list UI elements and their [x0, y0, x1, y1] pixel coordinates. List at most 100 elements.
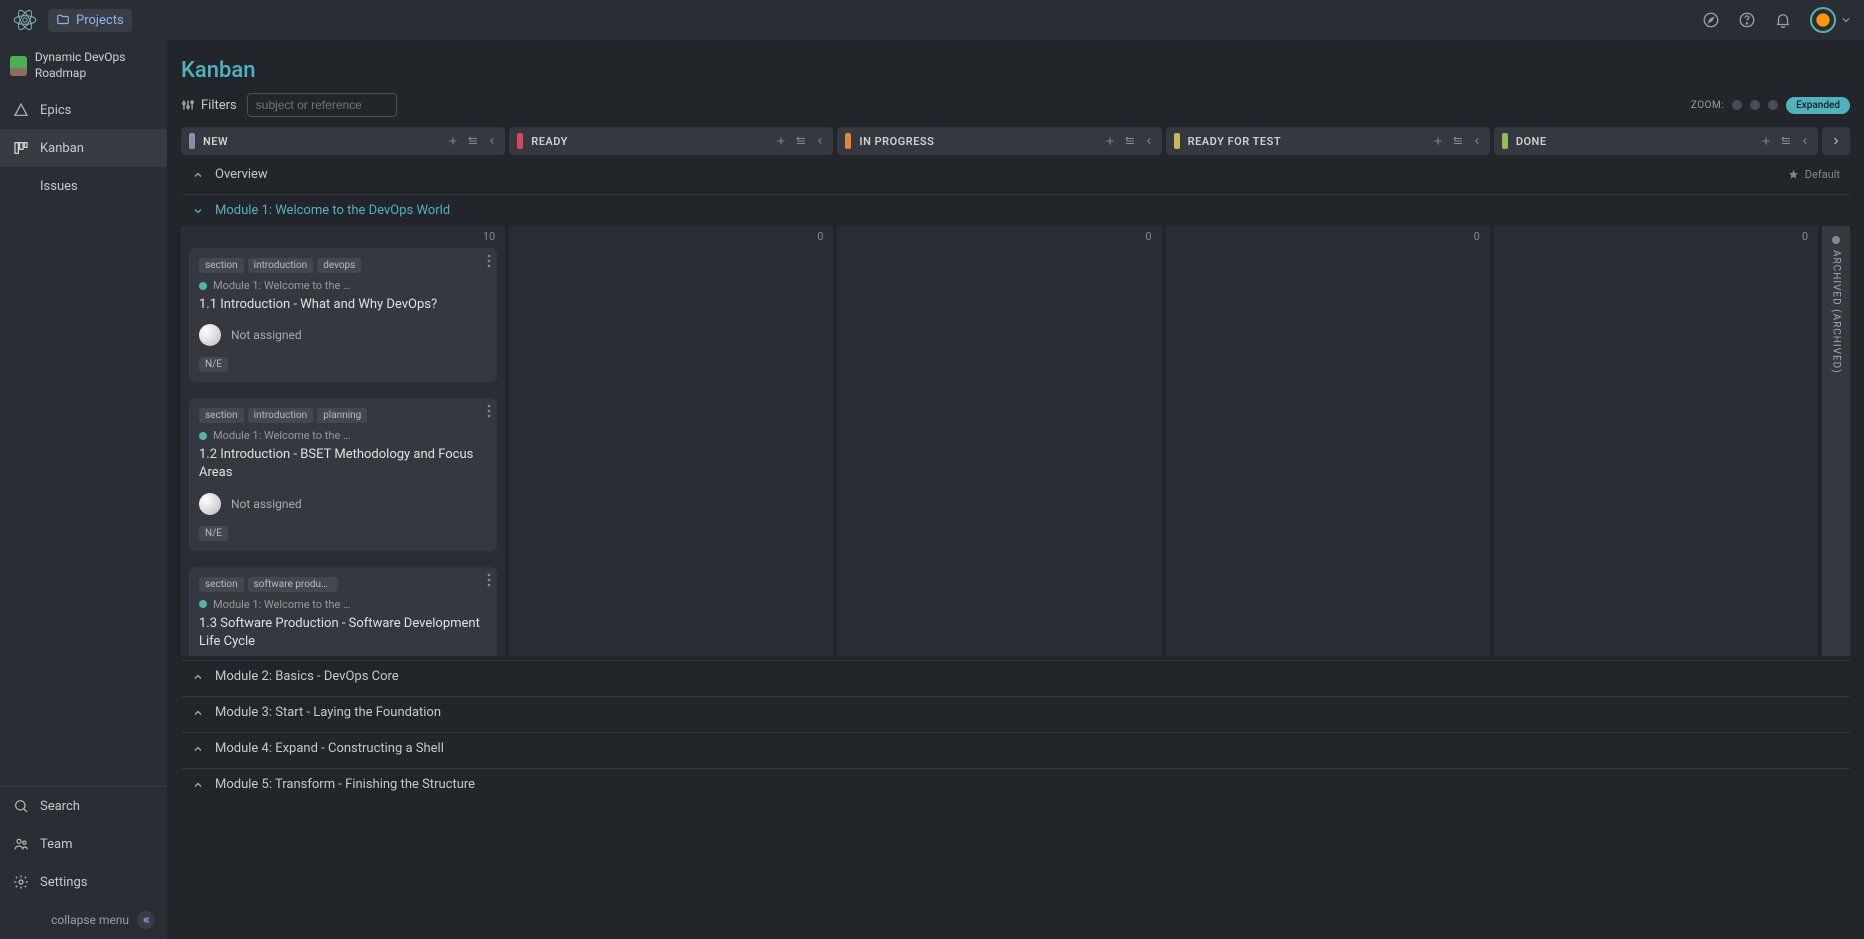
add-card-button[interactable] [1760, 135, 1772, 147]
zoom-expanded-pill[interactable]: Expanded [1786, 97, 1850, 114]
sidebar-item-settings[interactable]: Settings [0, 863, 167, 901]
project-name: Dynamic DevOps Roadmap [35, 50, 157, 81]
bell-icon[interactable] [1774, 11, 1792, 29]
kanban-icon [12, 139, 30, 157]
page-title: Kanban [181, 58, 255, 83]
card-title: 1.3 Software Production - Software Devel… [199, 615, 487, 651]
sidebar-item-epics[interactable]: Epics [0, 91, 167, 129]
kanban-card[interactable]: sectionintroductionplanning Module 1: We… [189, 398, 497, 550]
chevron-up-icon [191, 671, 205, 683]
card-menu-button[interactable] [487, 404, 491, 418]
swimlane-header[interactable]: Module 4: Expand - Constructing a Shell [181, 732, 1850, 764]
zoom-level-2[interactable] [1750, 100, 1760, 110]
sidebar-label: Search [40, 799, 80, 814]
add-card-button[interactable] [1432, 135, 1444, 147]
swimlane-header[interactable]: Module 1: Welcome to the DevOps World [181, 194, 1850, 226]
swimlane-title: Overview [215, 167, 268, 182]
tag[interactable]: section [199, 408, 244, 423]
collapse-column-button[interactable] [1144, 136, 1154, 146]
tag[interactable]: introduction [248, 258, 314, 273]
collapse-column-button[interactable] [815, 136, 825, 146]
column-settings-icon[interactable] [1124, 135, 1136, 147]
column-settings-icon[interactable] [1780, 135, 1792, 147]
archived-column[interactable]: ARCHIVED (ARCHIVED) [1822, 226, 1850, 656]
filters-button[interactable]: Filters [181, 98, 237, 113]
lane-count: 0 [817, 230, 823, 243]
compass-icon[interactable] [1702, 11, 1720, 29]
topbar: Projects [0, 0, 1864, 40]
kanban-card[interactable]: sectionintroductiondevops Module 1: Welc… [189, 248, 497, 382]
zoom-level-1[interactable] [1732, 100, 1742, 110]
lane-column[interactable]: 0 [837, 226, 1161, 656]
assignee-row[interactable]: Not assigned [199, 324, 487, 346]
column-color-indicator [517, 133, 523, 149]
swimlane-header[interactable]: Overview Default [181, 159, 1850, 190]
board: NEW READY IN PROGRESS READY FOR TEST DON [167, 127, 1864, 939]
tag[interactable]: planning [317, 408, 367, 423]
gear-icon [12, 873, 30, 891]
column-header: NEW [181, 127, 505, 155]
lane-column[interactable]: 0 [1494, 226, 1818, 656]
column-title: IN PROGRESS [859, 135, 1095, 148]
add-card-button[interactable] [447, 135, 459, 147]
lane-column[interactable]: 10 sectionintroductiondevops Module 1: W… [181, 226, 505, 656]
main: Kanban Filters ZOOM: [167, 40, 1864, 939]
tag[interactable]: introduction [248, 408, 314, 423]
help-icon[interactable] [1738, 11, 1756, 29]
chevron-down-icon [191, 205, 205, 217]
bookmark-icon [12, 177, 30, 195]
zoom-label: ZOOM: [1691, 100, 1724, 111]
lane-column[interactable]: 0 [1166, 226, 1490, 656]
swimlane-title: Module 4: Expand - Constructing a Shell [215, 741, 444, 756]
user-menu[interactable] [1810, 7, 1852, 33]
swimlane-header[interactable]: Module 3: Start - Laying the Foundation [181, 696, 1850, 728]
chevron-up-icon [191, 743, 205, 755]
column-header: IN PROGRESS [837, 127, 1161, 155]
column-settings-icon[interactable] [795, 135, 807, 147]
swimlane-header[interactable]: Module 5: Transform - Finishing the Stru… [181, 768, 1850, 800]
tag[interactable]: software produc… [248, 577, 338, 592]
swimlane-header[interactable]: Module 2: Basics - DevOps Core [181, 660, 1850, 692]
column-header: READY FOR TEST [1166, 127, 1490, 155]
add-card-button[interactable] [1104, 135, 1116, 147]
column-settings-icon[interactable] [1452, 135, 1464, 147]
sidebar-item-issues[interactable]: Issues [0, 167, 167, 205]
kanban-card[interactable]: sectionsoftware produc… Module 1: Welcom… [189, 567, 497, 656]
estimate-badge: N/E [199, 526, 228, 541]
project-icon [10, 56, 27, 76]
collapse-column-button[interactable] [1472, 136, 1482, 146]
add-card-button[interactable] [775, 135, 787, 147]
project-header[interactable]: Dynamic DevOps Roadmap [0, 40, 167, 91]
tag[interactable]: section [199, 258, 244, 273]
scroll-right-button[interactable] [1822, 127, 1850, 155]
card-menu-button[interactable] [487, 254, 491, 268]
avatar [199, 324, 221, 346]
sidebar-item-team[interactable]: Team [0, 825, 167, 863]
tag[interactable]: section [199, 577, 244, 592]
collapse-menu-button[interactable]: collapse menu [0, 901, 167, 939]
sidebar-item-search[interactable]: Search [0, 787, 167, 825]
tag[interactable]: devops [317, 258, 361, 273]
app-logo-icon[interactable] [12, 7, 38, 33]
archived-label: ARCHIVED (ARCHIVED) [1831, 250, 1842, 374]
card-menu-button[interactable] [487, 573, 491, 587]
collapse-label: collapse menu [51, 913, 129, 927]
collapse-column-button[interactable] [487, 136, 497, 146]
zoom-level-3[interactable] [1768, 100, 1778, 110]
search-input[interactable] [256, 98, 411, 112]
column-color-indicator [189, 133, 195, 149]
card-tags: section software produc… [199, 577, 487, 592]
assignee-row[interactable]: Not assigned [199, 493, 487, 515]
projects-button[interactable]: Projects [48, 9, 132, 32]
estimate-badge: N/E [199, 357, 228, 372]
module-dot-icon [199, 432, 207, 440]
collapse-column-button[interactable] [1800, 136, 1810, 146]
search-input-wrap[interactable] [247, 93, 397, 117]
column-settings-icon[interactable] [467, 135, 479, 147]
chevron-down-icon [1840, 14, 1852, 26]
archived-indicator-icon [1832, 236, 1840, 244]
sidebar-item-kanban[interactable]: Kanban [0, 129, 167, 167]
card-tags: section introductionplanning [199, 408, 487, 423]
lane-column[interactable]: 0 [509, 226, 833, 656]
chevron-left-double-icon [137, 911, 155, 929]
